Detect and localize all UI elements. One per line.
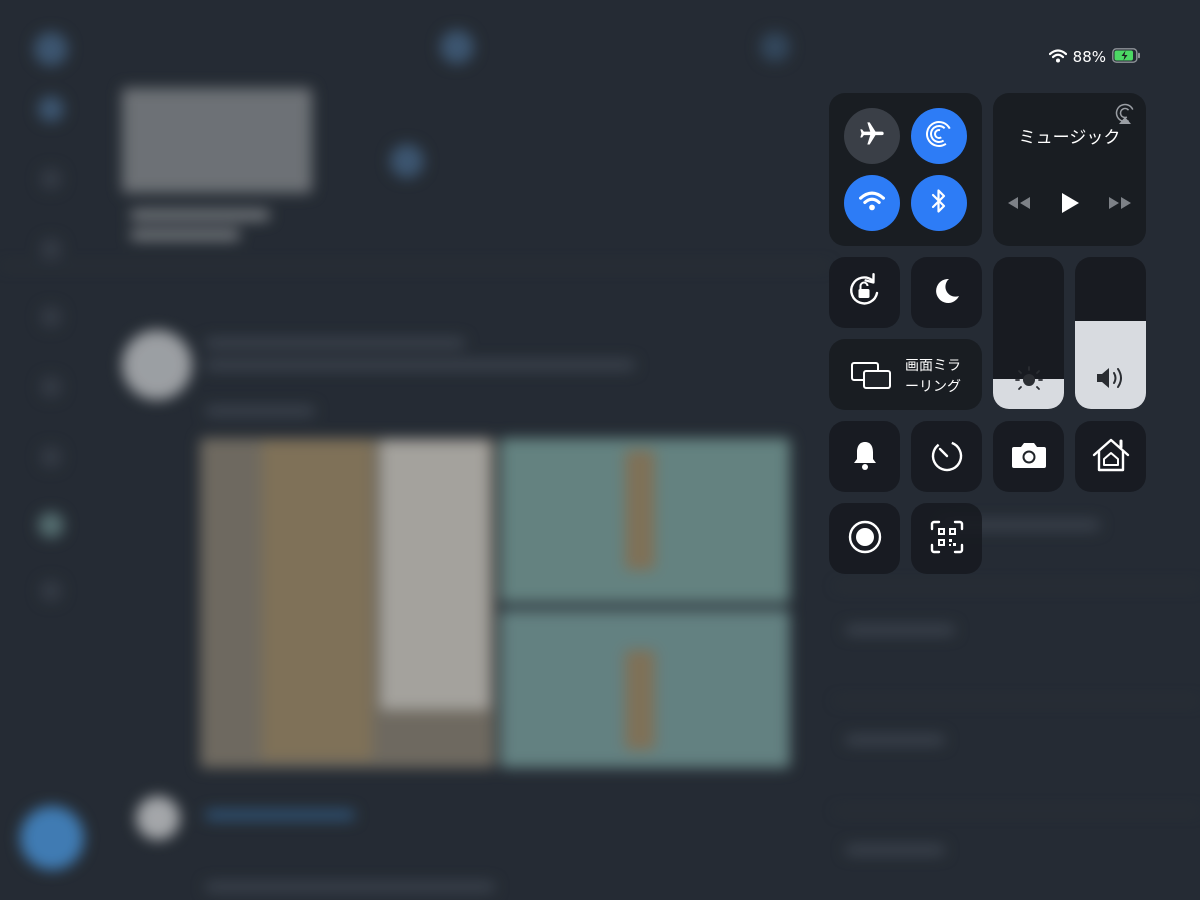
connectivity-panel — [829, 93, 982, 246]
camera-icon — [1010, 440, 1048, 474]
battery-charging-icon — [1112, 47, 1142, 67]
volume-slider[interactable] — [1075, 257, 1146, 409]
battery-percent: 88% — [1072, 48, 1106, 66]
qr-code-scanner-icon — [929, 519, 965, 559]
airdrop-toggle[interactable] — [911, 108, 967, 164]
orientation-lock-button[interactable] — [829, 257, 900, 328]
timer-button[interactable] — [911, 421, 982, 492]
do-not-disturb-icon — [932, 276, 962, 310]
brightness-icon — [993, 365, 1064, 391]
fast-forward-icon[interactable] — [1107, 195, 1133, 215]
play-icon[interactable] — [1059, 191, 1081, 219]
home-icon — [1091, 436, 1131, 478]
wifi-icon — [1048, 48, 1067, 67]
bluetooth-toggle[interactable] — [911, 175, 967, 231]
qr-code-scanner-button[interactable] — [911, 503, 982, 574]
brightness-slider[interactable] — [993, 257, 1064, 409]
silent-mode-bell-icon — [851, 439, 879, 475]
home-button[interactable] — [1075, 421, 1146, 492]
screen-mirroring-icon — [850, 360, 892, 394]
bluetooth-icon — [930, 187, 948, 219]
rewind-icon[interactable] — [1006, 195, 1032, 215]
wifi-toggle[interactable] — [844, 175, 900, 231]
timer-icon — [929, 437, 965, 477]
music-title: ミュージック — [1018, 128, 1121, 148]
airplane-mode-toggle[interactable] — [844, 108, 900, 164]
airdrop-icon — [924, 119, 954, 153]
screen-mirroring-label-line2: ーリング — [905, 379, 961, 395]
status-bar: 88% — [1048, 46, 1142, 68]
speaker-icon — [1075, 365, 1146, 391]
orientation-lock-icon — [845, 271, 885, 315]
screen-mirroring-button[interactable]: 画面ミラ ーリング — [829, 339, 982, 410]
wifi-icon — [859, 191, 885, 215]
airplane-icon — [858, 120, 886, 152]
screen-recording-button[interactable] — [829, 503, 900, 574]
screen-recording-icon — [847, 519, 883, 559]
screen-mirroring-label-line1: 画面ミラ — [905, 358, 961, 374]
do-not-disturb-button[interactable] — [911, 257, 982, 328]
silent-mode-button[interactable] — [829, 421, 900, 492]
camera-button[interactable] — [993, 421, 1064, 492]
screen-mirroring-label: 画面ミラ ーリング — [905, 356, 961, 398]
music-panel[interactable]: ミュージック — [993, 93, 1146, 246]
